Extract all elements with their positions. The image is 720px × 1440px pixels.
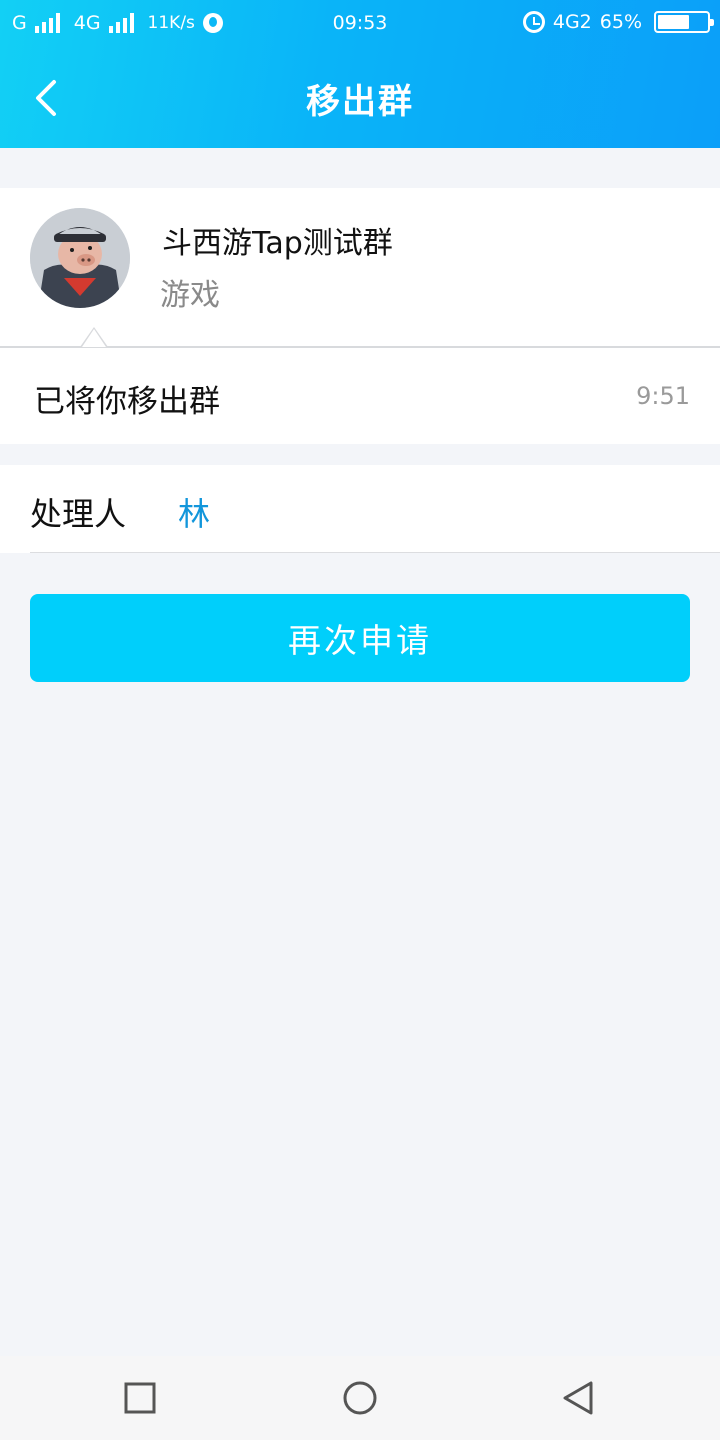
notice-row: 已将你移出群 9:51: [0, 348, 720, 444]
handler-label: 处理人: [30, 495, 127, 533]
page-title: 移出群: [306, 82, 414, 122]
nav-bar: 移出群: [0, 48, 720, 148]
circle-icon: [343, 1381, 377, 1415]
notice-message: 已将你移出群: [34, 384, 220, 420]
divider: [30, 552, 720, 553]
battery-icon: [654, 11, 714, 33]
group-avatar[interactable]: [30, 208, 130, 308]
pointer-notch: [80, 327, 108, 347]
status-right: 4G2 65%: [522, 11, 714, 33]
group-info-card[interactable]: 斗西游Tap测试群 游戏: [0, 188, 720, 346]
group-category: 游戏: [160, 278, 220, 313]
notice-time: 9:51: [636, 382, 690, 410]
alarm-icon: [522, 11, 545, 33]
triangle-back-icon: [563, 1381, 593, 1415]
home-button[interactable]: [338, 1376, 382, 1420]
handler-row: 处理人 林: [0, 465, 720, 553]
handler-name-link[interactable]: 林: [178, 489, 210, 535]
status-bar: G 4G 11K/s 09:53 4G2 65%: [0, 0, 720, 48]
system-nav-bar: [0, 1356, 720, 1440]
reapply-button[interactable]: 再次申请: [30, 594, 690, 682]
network-label: 4G2: [552, 11, 592, 33]
battery-fill: [658, 15, 689, 29]
group-name: 斗西游Tap测试群: [162, 226, 393, 261]
app-header: G 4G 11K/s 09:53 4G2 65% 移出群: [0, 0, 720, 148]
square-icon: [124, 1382, 156, 1414]
recent-apps-button[interactable]: [118, 1376, 162, 1420]
pig-avatar-icon: [30, 208, 130, 308]
battery-percent: 65%: [599, 11, 642, 33]
system-back-button[interactable]: [556, 1376, 600, 1420]
